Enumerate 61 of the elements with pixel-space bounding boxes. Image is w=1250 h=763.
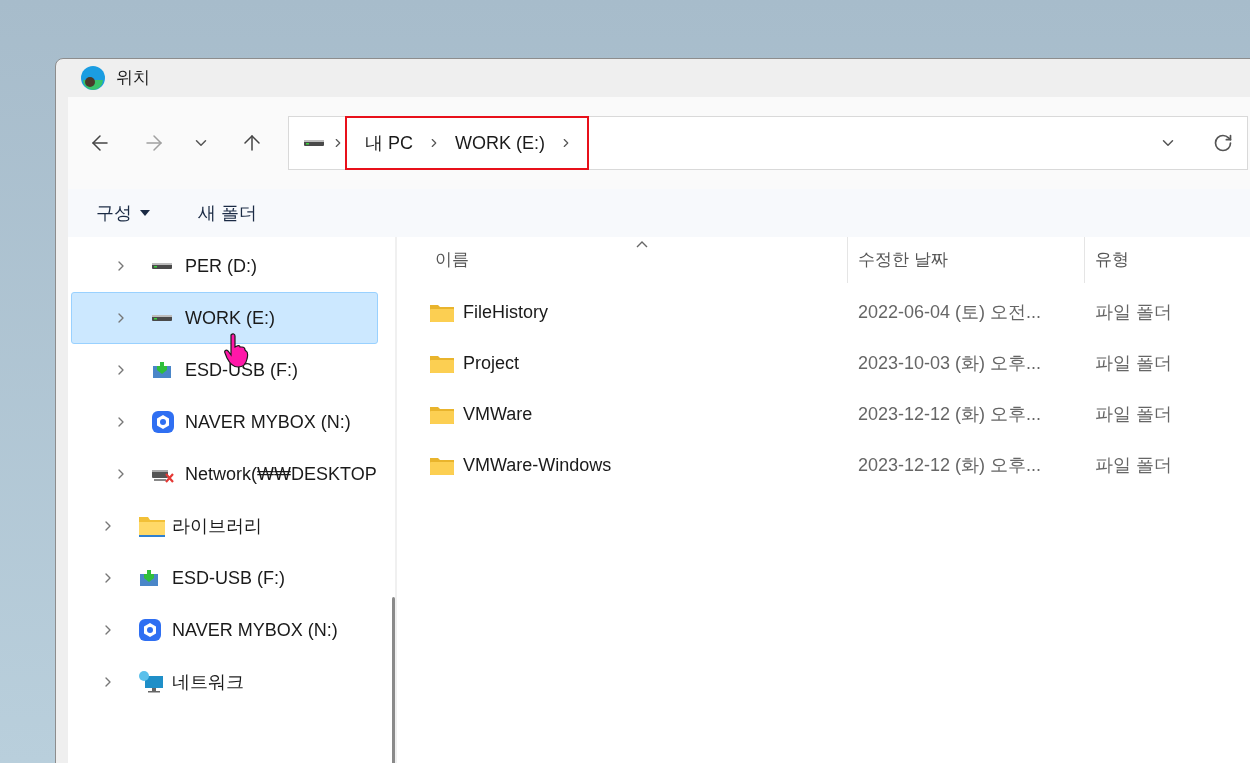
refresh-icon[interactable]: [1213, 133, 1233, 153]
window-title: 위치: [116, 67, 150, 90]
network-icon: [138, 670, 164, 694]
tree-item[interactable]: ESD-USB (F:): [71, 344, 378, 396]
file-name: VMWare: [463, 403, 533, 426]
tree-item[interactable]: NAVER MYBOX (N:): [71, 396, 378, 448]
usb-drive-icon: [151, 360, 173, 380]
breadcrumb[interactable]: WORK (E:): [455, 129, 545, 157]
file-type: 파일 폴더: [1094, 301, 1173, 324]
file-name: FileHistory: [463, 301, 548, 324]
folder-icon: [429, 404, 455, 425]
modified-date: 2023-10-03 (화) 오후...: [857, 352, 1043, 375]
file-type: 파일 폴더: [1094, 352, 1173, 375]
folder-icon: [429, 302, 455, 323]
tree-item-label: WORK (E:): [185, 306, 275, 330]
sort-ascending-icon: [635, 241, 648, 248]
tree-item-label: Network(₩₩DESKTOP: [185, 462, 377, 486]
tree-item[interactable]: NAVER MYBOX (N:): [71, 604, 378, 656]
drive-icon: [151, 261, 173, 271]
tree-item[interactable]: ESD-USB (F:): [71, 552, 378, 604]
breadcrumb[interactable]: 내 PC: [365, 129, 413, 157]
file-name: VMWare-Windows: [463, 454, 612, 477]
tree-item[interactable]: WORK (E:): [71, 292, 378, 344]
file-type: 파일 폴더: [1094, 403, 1173, 426]
scrollbar-thumb[interactable]: [391, 597, 395, 763]
tree-item-label: ESD-USB (F:): [185, 358, 298, 382]
app-icon: [80, 65, 106, 91]
tree-item-label: PER (D:): [185, 254, 257, 278]
tree-item-label: NAVER MYBOX (N:): [185, 410, 351, 434]
file-row[interactable]: VMWare 2023-12-12 (화) 오후... 파일 폴더: [397, 389, 1250, 440]
tree-item-label: 네트워크: [172, 670, 244, 694]
drive-icon: [151, 313, 173, 323]
tree-item[interactable]: 라이브러리: [71, 500, 378, 552]
tree-item-label: 라이브러리: [172, 514, 262, 538]
tree-item[interactable]: Network(₩₩DESKTOP: [71, 448, 378, 500]
file-name: Project: [463, 352, 520, 375]
toolbar-button[interactable]: 새 폴더: [198, 199, 257, 227]
file-row[interactable]: VMWare-Windows 2023-12-12 (화) 오후... 파일 폴더: [397, 440, 1250, 491]
column-header[interactable]: 수정한 날짜: [847, 237, 1084, 283]
address-field[interactable]: 내 PC WORK (E:): [288, 116, 1248, 170]
folder-icon: [429, 353, 455, 374]
tree-item[interactable]: PER (D:): [71, 240, 378, 292]
drive-icon: [303, 138, 325, 148]
tree-item[interactable]: 네트워크: [71, 656, 378, 708]
column-header[interactable]: 유형: [1084, 237, 1250, 283]
cloud-drive-icon: [151, 410, 175, 434]
tree-item-label: NAVER MYBOX (N:): [172, 618, 338, 642]
folder-icon: [429, 455, 455, 476]
caret-icon: [140, 210, 150, 216]
modified-date: 2023-12-12 (화) 오후...: [857, 403, 1043, 426]
folder-icon: [138, 514, 166, 538]
cloud-drive-icon: [138, 618, 162, 642]
file-type: 파일 폴더: [1094, 454, 1173, 477]
usb-drive-icon: [138, 568, 160, 588]
modified-date: 2022-06-04 (토) 오전...: [857, 301, 1043, 324]
file-row[interactable]: Project 2023-10-03 (화) 오후... 파일 폴더: [397, 338, 1250, 389]
menu-button[interactable]: 구성: [96, 199, 150, 227]
file-row[interactable]: FileHistory 2022-06-04 (토) 오전... 파일 폴더: [397, 287, 1250, 338]
column-header[interactable]: 이름: [397, 237, 847, 283]
modified-date: 2023-12-12 (화) 오후...: [857, 454, 1043, 477]
tree-item-label: ESD-USB (F:): [172, 566, 285, 590]
